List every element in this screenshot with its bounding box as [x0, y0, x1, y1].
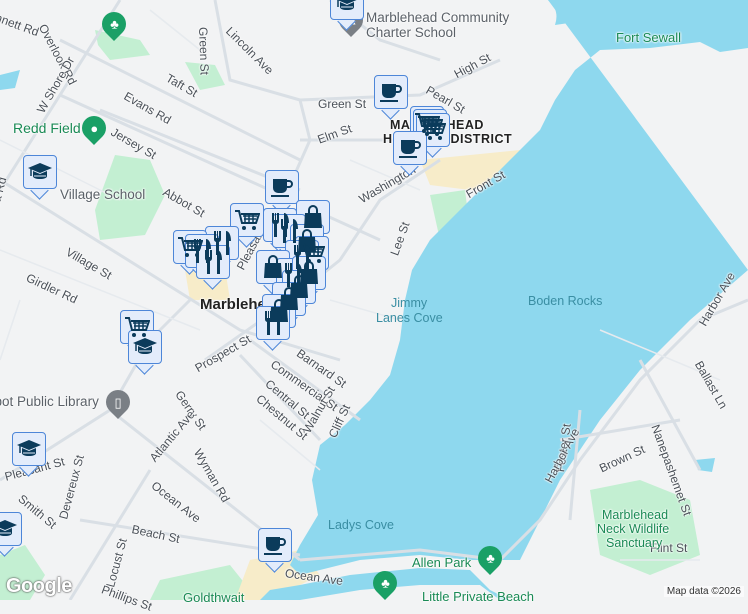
restaurant-icon	[262, 310, 284, 336]
street-label: Green St	[318, 97, 367, 111]
bag-icon	[262, 255, 284, 279]
coffee-icon	[263, 534, 287, 556]
marker-box	[258, 528, 292, 562]
school-icon	[16, 438, 42, 460]
place-boden-rocks: Boden Rocks	[528, 294, 603, 308]
place-sanctuary[interactable]: Marblehead	[602, 508, 668, 522]
school-marker[interactable]	[330, 0, 364, 31]
circle-icon: ●	[90, 120, 98, 136]
place-library[interactable]: Abbot Public Library	[0, 394, 99, 409]
place-little-private-beach[interactable]: Little Private Beach	[422, 589, 534, 604]
place-ladys-cove: Ladys Cove	[328, 518, 395, 532]
marker-box	[23, 155, 57, 189]
place-allen-park[interactable]: Allen Park	[412, 555, 471, 570]
map-attribution[interactable]: Map data ©2026	[663, 586, 744, 597]
tree-icon: ♣	[109, 16, 119, 32]
bag-icon	[302, 205, 324, 229]
coffee-icon	[379, 81, 403, 103]
marker-box	[330, 0, 364, 20]
marker-box	[12, 432, 46, 466]
school-marker[interactable]	[0, 512, 22, 557]
book-icon: ▯	[114, 394, 122, 410]
cart-icon	[124, 316, 150, 338]
place-charter-school-2[interactable]: Charter School	[366, 25, 456, 40]
school-marker[interactable]	[128, 330, 162, 375]
school-icon	[0, 518, 18, 540]
school-icon	[27, 161, 53, 183]
school-icon	[334, 0, 360, 14]
cart-icon	[234, 209, 260, 231]
marker-box	[128, 330, 162, 364]
place-jimmy-lanes-cove-2: Lanes Cove	[376, 311, 443, 325]
marker-box	[0, 512, 22, 546]
place-fort-sewall[interactable]: Fort Sewall	[616, 30, 681, 45]
street-label: Green St	[196, 26, 212, 76]
place-charter-school[interactable]: Marblehead Community	[366, 10, 509, 25]
coffee-marker[interactable]	[393, 131, 427, 176]
restaurant-icon	[202, 249, 224, 275]
school-marker[interactable]	[23, 155, 57, 200]
coffee-icon	[270, 176, 294, 198]
marker-box	[393, 131, 427, 165]
coffee-marker[interactable]	[374, 75, 408, 120]
school-marker[interactable]	[12, 432, 46, 477]
tree-icon: ♣	[485, 550, 495, 566]
coffee-icon	[398, 137, 422, 159]
marker-box	[265, 170, 299, 204]
place-sanctuary-2[interactable]: Neck Wildlife	[597, 522, 669, 536]
place-village-school[interactable]: Village School	[60, 187, 145, 202]
place-sanctuary-3[interactable]: Sanctuary	[606, 536, 662, 550]
tree-icon: ♣	[380, 575, 390, 591]
place-goldthwait[interactable]: Goldthwait	[183, 590, 244, 605]
cart-icon	[420, 119, 446, 141]
coffee-marker[interactable]	[258, 528, 292, 573]
google-logo[interactable]: Google	[6, 575, 72, 598]
place-jimmy-lanes-cove: Jimmy	[391, 296, 428, 310]
school-icon	[132, 336, 158, 358]
marker-box	[374, 75, 408, 109]
place-redd-field[interactable]: Redd Field	[13, 120, 81, 136]
